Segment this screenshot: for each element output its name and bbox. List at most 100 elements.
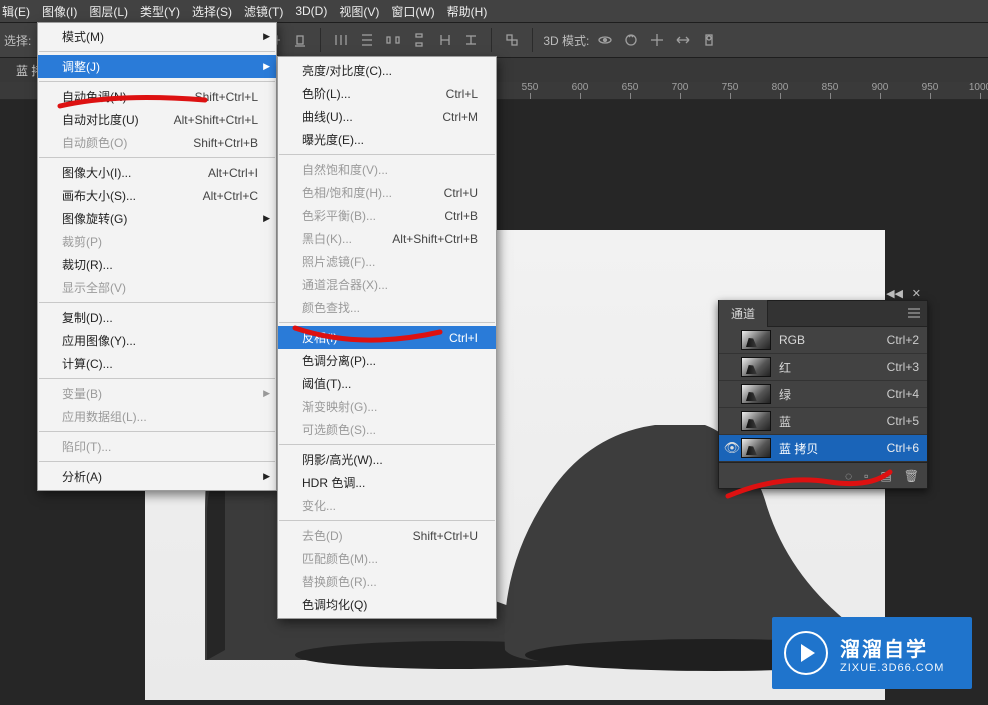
channels-panel: ◀◀ ✕ 通道 RGBCtrl+2红Ctrl+3绿Ctrl+4蓝Ctrl+5👁蓝… [718, 300, 928, 489]
image-menu-item[interactable]: 模式(M) [38, 25, 276, 48]
menu-item-label: 曝光度(E)... [302, 131, 478, 148]
adjust-menu-item: 可选颜色(S)... [278, 418, 496, 441]
adjust-menu-item: 渐变映射(G)... [278, 395, 496, 418]
image-menu-item[interactable]: 自动色调(N)Shift+Ctrl+L [38, 85, 276, 108]
ruler-mark: 550 [522, 82, 539, 93]
channels-footer: ◌ ▫ ▤ 🗑 [719, 462, 927, 488]
menu-3d[interactable]: 3D(D) [289, 1, 333, 21]
menu-item-label: 色阶(L)... [302, 85, 418, 102]
align-to-icon[interactable] [502, 30, 522, 50]
menu-item-label: 自动色调(N) [62, 88, 167, 105]
adjust-menu-item[interactable]: 阈值(T)... [278, 372, 496, 395]
image-menu-item: 陷印(T)... [38, 435, 276, 458]
panel-flyout-icon[interactable] [907, 307, 921, 322]
adjust-menu-item[interactable]: 曲线(U)...Ctrl+M [278, 105, 496, 128]
menu-item-label: 色彩平衡(B)... [302, 207, 416, 224]
menu-item-label: 色相/饱和度(H)... [302, 184, 416, 201]
distribute-spacing-icon[interactable] [435, 30, 455, 50]
panel-collapse-icon[interactable]: ◀◀ [886, 287, 903, 300]
menu-item-label: 调整(J) [62, 58, 258, 75]
adjust-menu-item[interactable]: 色调分离(P)... [278, 349, 496, 372]
adjust-menu-item[interactable]: 曝光度(E)... [278, 128, 496, 151]
channel-thumbnail [741, 330, 771, 350]
menu-filter[interactable]: 滤镜(T) [238, 0, 289, 23]
slide-icon[interactable] [673, 30, 693, 50]
watermark-badge: 溜溜自学 ZIXUE.3D66.COM [772, 617, 972, 689]
orbit-icon[interactable] [595, 30, 615, 50]
menu-divider [279, 520, 495, 521]
adjust-menu-item[interactable]: HDR 色调... [278, 471, 496, 494]
visibility-eye-icon[interactable]: 👁 [723, 440, 741, 456]
menu-item-label: 曲线(U)... [302, 108, 414, 125]
adjust-menu-item[interactable]: 阴影/高光(W)... [278, 448, 496, 471]
new-channel-icon[interactable]: ▤ [880, 469, 891, 483]
menu-divider [39, 51, 275, 52]
channels-tab[interactable]: 通道 [719, 300, 768, 327]
adjust-menu-item: 替换颜色(R)... [278, 570, 496, 593]
menu-item-label: 应用数据组(L)... [62, 408, 258, 425]
menu-divider [39, 81, 275, 82]
menu-divider [279, 154, 495, 155]
image-menu-item[interactable]: 计算(C)... [38, 352, 276, 375]
adjust-menu-item: 黑白(K)...Alt+Shift+Ctrl+B [278, 227, 496, 250]
menu-view[interactable]: 视图(V) [333, 0, 385, 23]
save-selection-icon[interactable]: ▫ [864, 469, 868, 483]
image-menu-item[interactable]: 应用图像(Y)... [38, 329, 276, 352]
mode3d-label: 3D 模式: [543, 32, 589, 49]
menu-item-label: 匹配颜色(M)... [302, 550, 478, 567]
adjust-menu-item: 变化... [278, 494, 496, 517]
channel-row[interactable]: 绿Ctrl+4 [719, 381, 927, 408]
play-icon [784, 631, 828, 675]
menu-item-label: 亮度/对比度(C)... [302, 62, 478, 79]
image-menu-item[interactable]: 图像大小(I)...Alt+Ctrl+I [38, 161, 276, 184]
distribute-v-icon[interactable] [357, 30, 377, 50]
image-menu-item[interactable]: 图像旋转(G) [38, 207, 276, 230]
adjust-menu-item[interactable]: 反相(I)Ctrl+I [278, 326, 496, 349]
menu-layer[interactable]: 图层(L) [83, 0, 134, 23]
channel-row[interactable]: 👁蓝 拷贝Ctrl+6 [719, 435, 927, 462]
adjust-menu-item: 色相/饱和度(H)...Ctrl+U [278, 181, 496, 204]
menu-item-label: 计算(C)... [62, 355, 258, 372]
adjust-menu-item[interactable]: 亮度/对比度(C)... [278, 59, 496, 82]
image-menu-item[interactable]: 分析(A) [38, 465, 276, 488]
distribute-h-icon[interactable] [331, 30, 351, 50]
menubar: 辑(E) 图像(I) 图层(L) 类型(Y) 选择(S) 滤镜(T) 3D(D)… [0, 0, 988, 22]
image-menu-item[interactable]: 裁切(R)... [38, 253, 276, 276]
roll-icon[interactable] [621, 30, 641, 50]
adjust-menu-item[interactable]: 色阶(L)... Ctrl+L [278, 82, 496, 105]
channel-row[interactable]: RGBCtrl+2 [719, 327, 927, 354]
align-bottom-icon[interactable] [290, 30, 310, 50]
panel-close-icon[interactable]: ✕ [912, 287, 921, 300]
separator [491, 28, 492, 52]
ruler-mark: 950 [922, 82, 939, 93]
load-selection-icon[interactable]: ◌ [845, 469, 852, 483]
menu-item-shortcut: Ctrl+L [446, 87, 478, 101]
menu-help[interactable]: 帮助(H) [441, 0, 494, 23]
adjust-menu-item[interactable]: 色调均化(Q) [278, 593, 496, 616]
menu-item-label: 通道混合器(X)... [302, 276, 478, 293]
watermark-title: 溜溜自学 [840, 633, 944, 662]
pan-icon[interactable] [647, 30, 667, 50]
distribute-h2-icon[interactable] [383, 30, 403, 50]
image-menu-item[interactable]: 画布大小(S)...Alt+Ctrl+C [38, 184, 276, 207]
zoom-icon[interactable] [699, 30, 719, 50]
menu-select[interactable]: 选择(S) [186, 0, 238, 23]
channel-shortcut: Ctrl+2 [887, 333, 919, 347]
image-menu-item[interactable]: 调整(J) [38, 55, 276, 78]
separator [320, 28, 321, 52]
channel-thumbnail [741, 438, 771, 458]
delete-channel-icon[interactable]: 🗑 [904, 469, 919, 483]
channel-row[interactable]: 蓝Ctrl+5 [719, 408, 927, 435]
image-menu-item[interactable]: 自动对比度(U)Alt+Shift+Ctrl+L [38, 108, 276, 131]
channel-row[interactable]: 红Ctrl+3 [719, 354, 927, 381]
image-menu-item[interactable]: 复制(D)... [38, 306, 276, 329]
menu-edit[interactable]: 辑(E) [2, 0, 36, 23]
menu-item-label: 画布大小(S)... [62, 187, 175, 204]
menu-type[interactable]: 类型(Y) [134, 0, 186, 23]
menu-window[interactable]: 窗口(W) [385, 0, 440, 23]
menu-image[interactable]: 图像(I) [36, 0, 83, 23]
menu-item-label: 变化... [302, 497, 478, 514]
distribute-spacing2-icon[interactable] [461, 30, 481, 50]
menu-item-label: 自然饱和度(V)... [302, 161, 478, 178]
distribute-v2-icon[interactable] [409, 30, 429, 50]
